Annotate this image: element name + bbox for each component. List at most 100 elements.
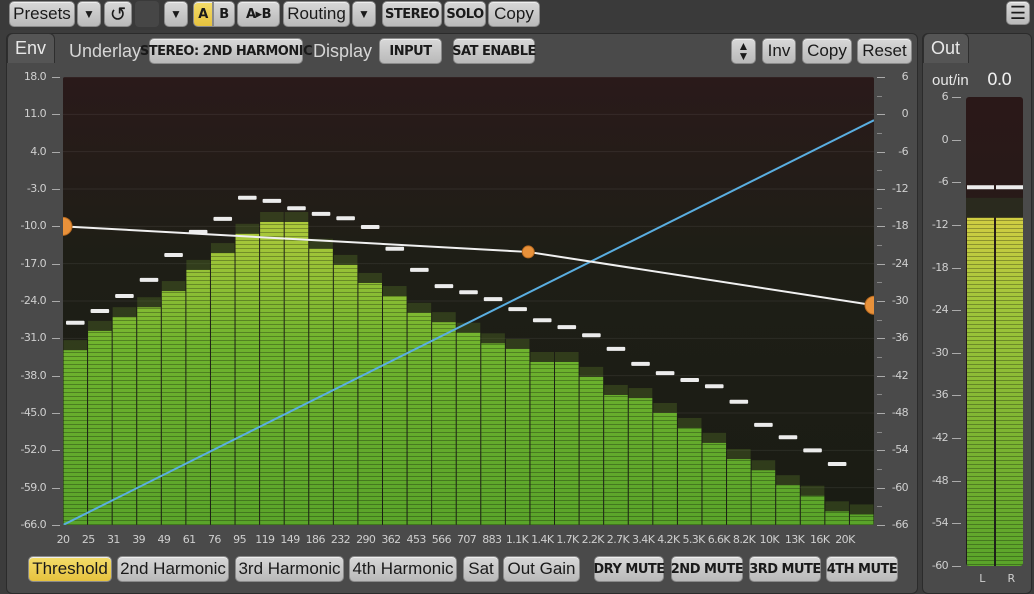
mode-tab-out-gain[interactable]: Out Gain bbox=[503, 556, 580, 582]
x-axis-tick: 1.4K bbox=[531, 533, 554, 546]
threshold-node[interactable] bbox=[521, 245, 535, 259]
sat-enable-button[interactable]: SAT ENABLE bbox=[452, 38, 536, 64]
a-label: A bbox=[198, 6, 208, 22]
right-axis-tick: -24 bbox=[891, 256, 909, 270]
updown-button[interactable]: ▲ ▼ bbox=[731, 38, 756, 64]
peak-marker bbox=[778, 435, 798, 440]
stereo-button[interactable]: STEREO bbox=[382, 1, 442, 27]
tick-mark-minor bbox=[877, 133, 882, 134]
level-bar bbox=[88, 320, 112, 525]
tick-mark-minor bbox=[877, 469, 882, 470]
x-axis-tick: 362 bbox=[381, 533, 401, 546]
mode-tab-sat[interactable]: Sat bbox=[463, 556, 499, 582]
copy-env-button[interactable]: Copy bbox=[802, 38, 852, 64]
tick-mark bbox=[52, 114, 60, 116]
x-axis-tick: 13K bbox=[784, 533, 805, 546]
level-bar bbox=[63, 340, 88, 525]
tick-mark-minor bbox=[877, 431, 882, 433]
tick-mark bbox=[52, 338, 60, 340]
display-label: Display bbox=[313, 41, 373, 61]
threshold-node[interactable] bbox=[864, 295, 874, 315]
spectrum-chart[interactable] bbox=[63, 77, 874, 525]
presets-dropdown-button[interactable]: ▼ bbox=[77, 1, 101, 27]
copy-top-button[interactable]: Copy bbox=[488, 1, 540, 27]
mode-tab-3rd-harmonic[interactable]: 3rd Harmonic bbox=[235, 556, 344, 582]
tick-mark-minor bbox=[877, 357, 882, 358]
x-axis-tick: 149 bbox=[280, 533, 300, 546]
3rd-mute-button[interactable]: 3RD MUTE bbox=[749, 556, 821, 582]
tick-mark bbox=[877, 301, 885, 302]
tick-mark bbox=[877, 189, 885, 190]
tick-mark-minor bbox=[877, 506, 882, 508]
tick-mark bbox=[52, 525, 60, 526]
display-value: INPUT bbox=[389, 43, 432, 59]
tab-env[interactable]: Env bbox=[7, 33, 55, 63]
x-axis-tick: 566 bbox=[431, 533, 452, 546]
tick-mark-minor bbox=[877, 95, 882, 97]
solo-button[interactable]: SOLO bbox=[444, 1, 486, 27]
peak-marker bbox=[90, 308, 110, 313]
spectrum-svg[interactable] bbox=[63, 77, 874, 525]
tick-mark bbox=[52, 487, 60, 489]
left-axis-tick: -3.0 bbox=[26, 182, 47, 195]
mode-tab-threshold[interactable]: Threshold bbox=[28, 556, 112, 582]
x-axis-tick: 8.2K bbox=[732, 533, 756, 546]
routing-dropdown-button[interactable]: ▼ bbox=[352, 1, 376, 27]
routing-button[interactable]: Routing bbox=[283, 1, 350, 27]
right-axis-tick: -42 bbox=[891, 368, 909, 382]
tick-mark-minor bbox=[877, 245, 882, 246]
dry-mute-button[interactable]: DRY MUTE bbox=[593, 556, 665, 582]
tick-mark bbox=[52, 375, 60, 377]
tick-mark bbox=[877, 338, 885, 340]
peak-marker bbox=[655, 371, 675, 376]
peak-marker bbox=[238, 195, 257, 200]
slot-dropdown-button[interactable]: ▼ bbox=[164, 1, 188, 27]
inv-button[interactable]: Inv bbox=[762, 38, 796, 64]
a-button[interactable]: A bbox=[193, 1, 213, 27]
undo-button[interactable]: ↺ bbox=[104, 1, 132, 27]
peak-marker bbox=[115, 294, 134, 299]
level-bar bbox=[530, 351, 555, 525]
peak-marker bbox=[459, 290, 478, 295]
x-axis-tick: 232 bbox=[330, 533, 351, 546]
tick-mark-minor bbox=[877, 394, 882, 396]
x-axis-tick: 1.7K bbox=[556, 533, 579, 546]
reset-button[interactable]: Reset bbox=[857, 38, 912, 64]
tick-mark-minor bbox=[877, 207, 882, 209]
channel-label-r: R bbox=[1007, 572, 1015, 585]
main-menu-button[interactable]: ☰ bbox=[1006, 1, 1030, 25]
level-bar bbox=[751, 460, 776, 525]
peak-marker bbox=[434, 284, 454, 289]
underlay-select[interactable]: STEREO: 2ND HARMONIC bbox=[140, 38, 313, 64]
right-axis-tick: 0 bbox=[901, 107, 909, 121]
mode-tab-4th-harmonic[interactable]: 4th Harmonic bbox=[349, 556, 457, 582]
peak-marker bbox=[582, 333, 601, 338]
b-label: B bbox=[219, 6, 229, 22]
out-in-value[interactable]: 0.0 bbox=[987, 70, 1012, 90]
right-axis-tick: -6 bbox=[898, 144, 908, 158]
x-axis-tick: 76 bbox=[207, 533, 221, 546]
b-button[interactable]: B bbox=[213, 1, 235, 27]
mode-tab-2nd-harmonic[interactable]: 2nd Harmonic bbox=[117, 556, 229, 582]
display-select[interactable]: INPUT bbox=[379, 38, 442, 64]
left-axis-tick: -59.0 bbox=[20, 480, 47, 494]
left-axis-tick: 4.0 bbox=[30, 144, 46, 158]
right-axis-tick: -12 bbox=[891, 182, 909, 195]
2nd-mute-button[interactable]: 2ND MUTE bbox=[671, 556, 744, 582]
out-scale-tick: -18 bbox=[931, 260, 949, 274]
tab-out[interactable]: Out bbox=[923, 33, 969, 63]
level-bar bbox=[481, 333, 505, 525]
a-to-b-button[interactable]: A▸B bbox=[237, 1, 280, 27]
right-axis-tick: -48 bbox=[891, 406, 909, 419]
level-bar bbox=[456, 322, 481, 525]
presets-button[interactable]: Presets bbox=[9, 1, 75, 27]
4th-mute-button[interactable]: 4TH MUTE bbox=[826, 556, 898, 582]
x-axis-tick: 1.1K bbox=[505, 533, 529, 546]
tick-mark bbox=[52, 413, 60, 414]
x-axis-tick: 6.6K bbox=[707, 533, 731, 546]
peak-marker bbox=[729, 399, 749, 404]
x-axis-tick: 31 bbox=[107, 533, 120, 546]
threshold-node[interactable] bbox=[63, 216, 73, 236]
level-bar bbox=[653, 403, 677, 525]
tick-mark bbox=[952, 480, 961, 482]
